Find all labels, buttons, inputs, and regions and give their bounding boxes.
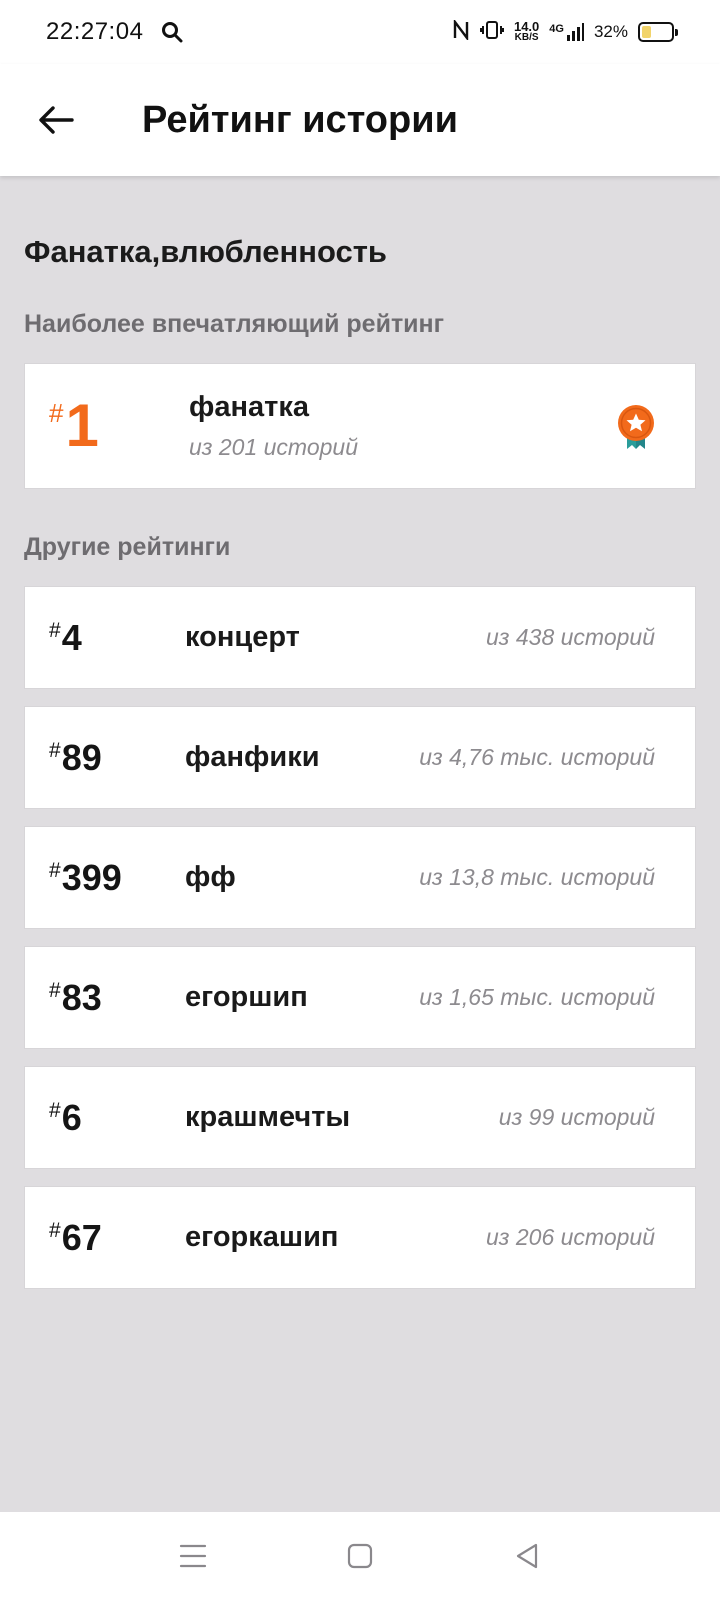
- rank-hash: #: [49, 858, 61, 882]
- rank-number-group: # 67: [25, 1217, 185, 1259]
- top-rank: # 1: [25, 394, 189, 458]
- rank-number: 399: [61, 856, 122, 898]
- rank-card[interactable]: # 89 фанфики из 4,76 тыс. историй: [24, 706, 696, 809]
- rank-number: 89: [61, 736, 102, 778]
- medal-star-icon: [617, 404, 655, 455]
- rank-number: 4: [61, 616, 82, 658]
- rank-count: из 4,76 тыс. историй: [419, 744, 655, 770]
- vibrate-icon: [479, 20, 504, 45]
- rank-number-group: # 83: [25, 977, 185, 1019]
- battery-percent: 32%: [593, 22, 628, 41]
- rank-tag: егоркашип: [185, 1221, 339, 1253]
- rank-count: из 99 историй: [498, 1104, 655, 1130]
- rank-number-group: # 4: [25, 617, 185, 659]
- rank-count: из 201 историй: [189, 434, 358, 460]
- net-speed-unit: KB/S: [514, 32, 539, 43]
- rank-tag: фф: [185, 861, 236, 893]
- system-nav-bar: [0, 1512, 720, 1600]
- nfc-icon: [452, 17, 470, 45]
- rank-count: из 13,8 тыс. историй: [419, 864, 655, 890]
- rank-count: из 438 историй: [486, 624, 655, 650]
- rank-hash: #: [49, 1218, 61, 1242]
- status-time: 22:27:04: [46, 18, 144, 45]
- battery-icon: [638, 22, 678, 42]
- signal-icon: 4G: [549, 23, 584, 41]
- top-rank-text: фанатка из 201 историй: [189, 391, 358, 461]
- rank-tag: егоршип: [185, 981, 308, 1013]
- home-button[interactable]: [330, 1526, 390, 1586]
- menu-button[interactable]: [163, 1526, 223, 1586]
- rank-card[interactable]: # 4 концерт из 438 историй: [24, 586, 696, 689]
- back-button[interactable]: [24, 88, 88, 152]
- rank-card[interactable]: # 399 фф из 13,8 тыс. историй: [24, 826, 696, 929]
- arrow-left-icon: [39, 106, 74, 134]
- top-section-label: Наиболее впечатляющий рейтинг: [24, 310, 445, 338]
- rank-card[interactable]: # 6 крашмечты из 99 историй: [24, 1066, 696, 1169]
- back-triangle-icon: [516, 1543, 537, 1569]
- battery-level-fill: [642, 26, 651, 38]
- status-icons: 14.0 KB/S 4G 32%: [452, 17, 678, 45]
- content: Фанатка,влюбленность Наиболее впечатляющ…: [24, 176, 696, 1306]
- rank-hash: #: [49, 398, 64, 428]
- rank-hash: #: [49, 738, 61, 762]
- menu-icon: [180, 1544, 207, 1568]
- system-back-button[interactable]: [497, 1526, 557, 1586]
- rank-number-group: # 89: [25, 737, 185, 779]
- home-square-icon: [347, 1543, 373, 1569]
- other-section-label: Другие рейтинги: [24, 533, 231, 561]
- rank-tag: крашмечты: [185, 1101, 351, 1133]
- rank-number: 67: [61, 1216, 102, 1258]
- rank-card[interactable]: # 67 егоркашип из 206 историй: [24, 1186, 696, 1289]
- category-title: Фанатка,влюбленность: [24, 234, 387, 269]
- rank-card[interactable]: # 83 егоршип из 1,65 тыс. историй: [24, 946, 696, 1049]
- rank-list: # 4 концерт из 438 историй # 89 фанфики …: [24, 586, 696, 1289]
- rank-hash: #: [49, 1098, 61, 1122]
- rank-number-group: # 399: [25, 857, 185, 899]
- rank-number: 83: [61, 976, 102, 1018]
- app-bar: Рейтинг истории: [0, 64, 720, 176]
- rank-hash: #: [49, 618, 61, 642]
- rank-number: 1: [65, 392, 99, 459]
- network-type: 4G: [549, 23, 564, 35]
- search-icon: [161, 21, 183, 43]
- top-rank-card[interactable]: # 1 фанатка из 201 историй: [24, 363, 696, 489]
- rank-tag: фанатка: [189, 391, 309, 423]
- page-title: Рейтинг истории: [142, 98, 458, 141]
- rank-count: из 206 историй: [486, 1224, 655, 1250]
- status-bar: 22:27:04 14.0 KB/S 4G 32%: [0, 0, 720, 64]
- net-speed-value: 14.0: [513, 19, 540, 34]
- rank-hash: #: [49, 978, 61, 1002]
- rank-tag: концерт: [185, 621, 300, 653]
- net-speed: 14.0 KB/S: [513, 19, 540, 43]
- rank-number-group: # 6: [25, 1097, 185, 1139]
- rank-count: из 1,65 тыс. историй: [419, 984, 655, 1010]
- rank-number: 6: [61, 1096, 82, 1138]
- rank-tag: фанфики: [185, 741, 320, 773]
